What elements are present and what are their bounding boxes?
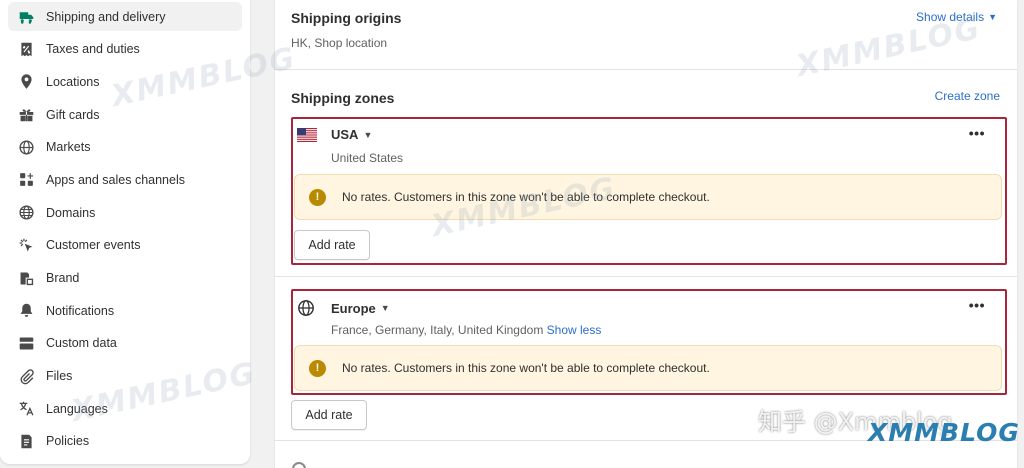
no-rates-warning-banner: ! No rates. Customers in this zone won't… (294, 345, 1002, 391)
translate-icon (16, 399, 36, 419)
sidebar-item-gift-cards[interactable]: Gift cards (8, 100, 242, 129)
zone-name: USA (331, 127, 359, 142)
bell-icon (16, 301, 36, 321)
shipping-zone-europe: Europe ▼ ••• France, Germany, Italy, Uni… (291, 289, 1007, 395)
zone-name-dropdown[interactable]: USA ▼ (331, 127, 372, 142)
show-less-link[interactable]: Show less (547, 323, 602, 337)
zone-countries: United States (331, 151, 404, 165)
sidebar-item-label: Languages (46, 401, 108, 416)
database-icon (16, 333, 36, 353)
sidebar-item-label: Policies (46, 434, 90, 449)
shipping-settings-card: Shipping origins HK, Shop location Show … (275, 0, 1017, 468)
cursor-click-icon (16, 235, 36, 255)
receipt-percent-icon (16, 39, 36, 59)
sidebar-item-notifications[interactable]: Notifications (8, 296, 242, 325)
sidebar-item-label: Taxes and duties (46, 42, 140, 57)
sidebar-item-label: Locations (46, 74, 100, 89)
sidebar-item-taxes-and-duties[interactable]: Taxes and duties (8, 35, 242, 64)
sidebar-item-markets[interactable]: Markets (8, 133, 242, 162)
shipping-origins-title: Shipping origins (291, 10, 402, 26)
gift-icon (16, 105, 36, 125)
sidebar-item-shipping-and-delivery[interactable]: Shipping and delivery (8, 2, 242, 31)
document-icon (16, 431, 36, 451)
sidebar-item-label: Notifications (46, 303, 115, 318)
zone-header: Europe ▼ (297, 299, 390, 317)
warning-icon: ! (309, 359, 326, 377)
sidebar-item-label: Shipping and delivery (46, 9, 166, 24)
sidebar-item-apps-and-sales-channels[interactable]: Apps and sales channels (8, 165, 242, 194)
warning-icon: ! (309, 188, 326, 206)
settings-sidebar: Shipping and delivery Taxes and duties L… (0, 0, 250, 464)
truck-icon (16, 7, 36, 27)
us-flag-icon (297, 127, 317, 142)
sidebar-item-label: Customer events (46, 238, 141, 253)
sidebar-item-customer-events[interactable]: Customer events (8, 231, 242, 260)
show-details-label: Show details (916, 10, 985, 24)
add-rate-button[interactable]: Add rate (291, 400, 367, 430)
paperclip-icon (16, 366, 36, 386)
sidebar-item-policies[interactable]: Policies (8, 427, 242, 456)
no-rates-warning-banner: ! No rates. Customers in this zone won't… (294, 174, 1002, 220)
caret-down-icon: ▼ (380, 303, 390, 313)
caret-down-icon: ▼ (363, 129, 373, 140)
show-details-link[interactable]: Show details ▼ (916, 10, 997, 24)
shipping-zones-title: Shipping zones (291, 90, 395, 106)
create-zone-link[interactable]: Create zone (935, 89, 1000, 103)
more-actions-icon[interactable]: ••• (969, 125, 985, 141)
sidebar-item-label: Domains (46, 205, 96, 220)
sidebar-item-custom-data[interactable]: Custom data (8, 329, 242, 358)
banner-text: No rates. Customers in this zone won't b… (342, 190, 710, 204)
shipping-zone-usa: USA ▼ ••• United States ! No rates. Cust… (291, 117, 1007, 265)
banner-text: No rates. Customers in this zone won't b… (342, 361, 710, 375)
more-actions-icon[interactable]: ••• (969, 297, 985, 313)
zone-header: USA ▼ (297, 127, 372, 142)
shipping-origins-section: Shipping origins HK, Shop location Show … (275, 0, 1017, 70)
globe-icon (16, 203, 36, 223)
sidebar-item-locations[interactable]: Locations (8, 67, 242, 96)
globe-icon (16, 137, 36, 157)
sidebar-item-label: Brand (46, 271, 80, 285)
add-rate-button[interactable]: Add rate (294, 230, 370, 260)
sidebar-item-files[interactable]: Files (8, 362, 242, 391)
sidebar-item-label: Custom data (46, 336, 117, 351)
sidebar-item-label: Files (46, 369, 73, 384)
partial-icon (292, 462, 306, 468)
shipping-origins-address: HK, Shop location (291, 36, 388, 50)
apps-icon (16, 170, 36, 190)
zone-name-dropdown[interactable]: Europe ▼ (331, 301, 390, 316)
zone-divider (275, 276, 1017, 277)
caret-down-icon: ▼ (988, 12, 997, 22)
zone-name: Europe (331, 300, 376, 316)
sidebar-item-domains[interactable]: Domains (8, 198, 242, 227)
zone-countries-list: France, Germany, Italy, United Kingdom (331, 323, 544, 337)
sidebar-item-brand[interactable]: Brand (8, 264, 242, 293)
globe-icon (298, 300, 314, 316)
zone-countries: France, Germany, Italy, United Kingdom S… (331, 323, 601, 337)
location-pin-icon (16, 72, 36, 92)
sidebar-item-languages[interactable]: Languages (8, 394, 242, 423)
sidebar-item-label: Markets (46, 140, 91, 155)
section-divider (275, 440, 1017, 441)
sidebar-item-label: Gift cards (46, 107, 100, 122)
sidebar-item-label: Apps and sales channels (46, 172, 185, 187)
brand-icon (16, 268, 36, 288)
